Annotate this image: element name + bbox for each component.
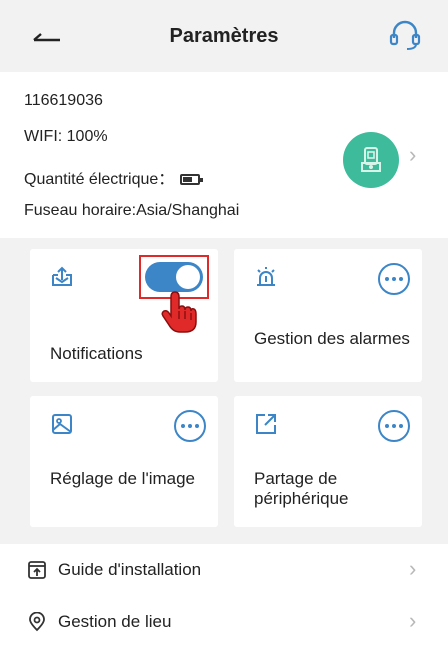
share-icon	[256, 414, 276, 434]
list-item-location[interactable]: Gestion de lieu ›	[0, 596, 448, 648]
battery-label: Quantité électrique：	[24, 171, 175, 188]
chevron-right-icon: ›	[409, 556, 417, 581]
alarm-management-card[interactable]: Gestion des alarmes	[234, 249, 422, 382]
headset-icon[interactable]	[386, 16, 424, 54]
install-guide-icon	[28, 561, 46, 579]
device-sharing-card[interactable]: Partage de périphérique	[234, 396, 422, 527]
image-settings-card[interactable]: Réglage de l'image	[30, 396, 218, 527]
card-label: Réglage de l'image	[50, 469, 196, 488]
chevron-right-icon: ›	[409, 142, 417, 167]
chevron-right-icon: ›	[409, 608, 417, 633]
device-id: 116619036	[24, 92, 103, 109]
card-label: Gestion des alarmes	[254, 329, 410, 348]
location-pin-icon	[29, 612, 45, 632]
image-icon	[52, 414, 72, 434]
settings-list: Guide d'installation › Gestion de lieu ›	[0, 544, 448, 648]
list-item-install-guide[interactable]: Guide d'installation ›	[0, 544, 448, 596]
back-arrow-icon[interactable]	[26, 22, 66, 50]
more-options-button[interactable]	[378, 263, 410, 295]
alarm-icon	[257, 267, 275, 286]
notifications-toggle[interactable]	[145, 262, 203, 292]
wifi-status: WIFI: 100%	[24, 128, 108, 145]
device-avatar[interactable]	[343, 132, 399, 188]
notifications-card[interactable]: Notifications	[30, 249, 218, 382]
list-item-label: Guide d'installation	[58, 560, 202, 579]
device-info-panel[interactable]: 116619036 WIFI: 100% Quantité électrique…	[0, 72, 448, 238]
card-label: Notifications	[50, 344, 143, 363]
card-label: Partage de périphérique	[254, 469, 349, 508]
more-options-button[interactable]	[174, 410, 206, 442]
page-title: Paramètres	[169, 24, 279, 47]
timezone: Fuseau horaire:Asia/Shanghai	[24, 202, 240, 219]
list-item-label: Gestion de lieu	[58, 612, 172, 631]
camera-icon	[361, 147, 381, 172]
toggle-knob	[176, 265, 200, 289]
more-options-button[interactable]	[378, 410, 410, 442]
battery-status: Quantité électrique：	[24, 165, 204, 189]
header: Paramètres	[0, 0, 448, 72]
battery-icon	[180, 174, 204, 186]
inbox-upload-icon	[52, 266, 72, 286]
pointing-hand-icon	[161, 291, 197, 333]
